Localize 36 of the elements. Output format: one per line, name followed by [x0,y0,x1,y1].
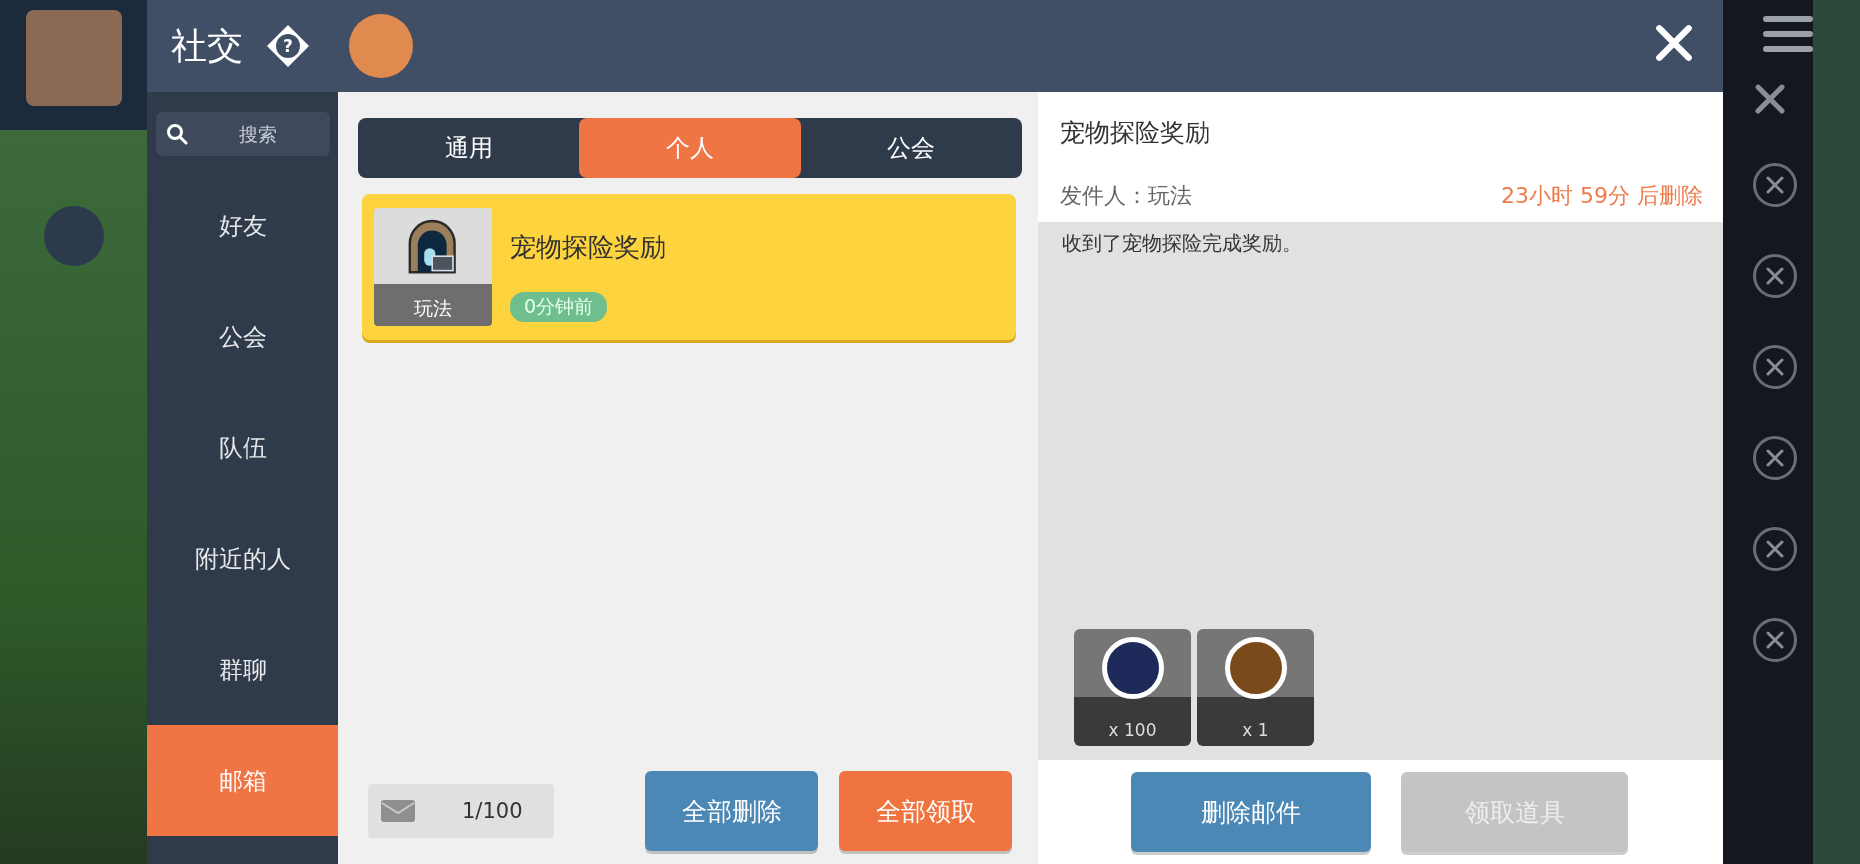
tab[interactable]: 通用 [358,118,580,178]
expiry-label: 23小时 59分 后删除 [1501,182,1703,210]
close-icon[interactable] [1753,527,1797,571]
time-badge: 0分钟前 [510,292,608,322]
mail-title: 宠物探险奖励 [510,231,666,264]
sidebar-item[interactable]: 好友 [147,170,338,281]
help-button[interactable]: ? [265,23,311,69]
close-icon[interactable] [1753,436,1797,480]
close-icon[interactable] [1753,618,1797,662]
close-icon[interactable] [1653,22,1695,64]
mail-subject: 宠物探险奖励 [1060,117,1211,149]
mail-item[interactable]: 玩法 宠物探险奖励 0分钟前 [362,194,1016,340]
close-icon[interactable] [1753,254,1797,298]
sidebar-item[interactable]: 群聊 [147,614,338,725]
reward-slot[interactable]: x 1 [1197,629,1314,746]
tab[interactable]: 公会 [800,118,1022,178]
sidebar-item[interactable]: 公会 [147,281,338,392]
mail-count: 1/100 [462,799,523,823]
menu-icon[interactable] [1763,14,1813,54]
search-field[interactable]: 搜索 [156,112,330,156]
reward-count: x 1 [1242,720,1269,740]
sender-tag: 玩法 [414,296,452,322]
action-button[interactable]: 删除邮件 [1131,772,1371,852]
window-title: 社交 [171,23,243,68]
close-icon[interactable] [1753,82,1787,116]
envelope-icon [380,799,416,823]
reward-count: x 100 [1108,720,1157,740]
close-icon[interactable] [1753,345,1797,389]
search-icon [166,123,188,145]
reward-slot[interactable]: x 100 [1074,629,1191,746]
sidebar-item[interactable]: 队伍 [147,392,338,503]
sidebar-item[interactable]: 附近的人 [147,503,338,614]
close-icon[interactable] [1753,163,1797,207]
sender-label: 发件人：玩法 [1060,182,1192,210]
mail-body: 收到了宠物探险完成奖励。 [1062,230,1303,257]
action-button[interactable]: 全部删除 [645,771,818,851]
